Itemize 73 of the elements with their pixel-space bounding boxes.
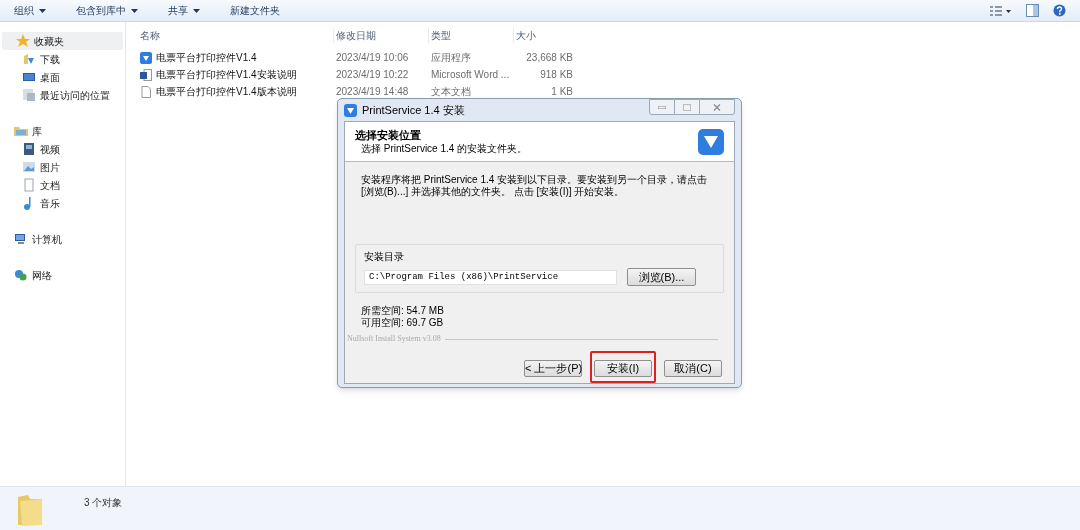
column-header[interactable]: 名称: [126, 27, 333, 43]
file-date: 2023/4/19 14:48: [336, 86, 409, 97]
maximize-icon: [683, 103, 691, 111]
dropdown-caret-icon: [193, 8, 200, 13]
maximize-button[interactable]: [675, 99, 699, 115]
file-name[interactable]: 电票平台打印控件V1.4: [156, 50, 257, 65]
file-date: 2023/4/19 10:06: [336, 52, 409, 63]
dropdown-caret-icon: [131, 8, 138, 13]
close-button[interactable]: [699, 99, 735, 115]
sidebar-item[interactable]: 桌面: [0, 68, 125, 86]
disk-space-text: 可用空间: 69.7 GB: [361, 317, 445, 329]
branding-text: Nullsoft Install System v3.08: [347, 333, 441, 345]
window-title: PrintService 1.4 安装: [362, 102, 465, 118]
sidebar-item[interactable]: 网络: [0, 266, 125, 284]
toolbar-menu[interactable]: 新建文件夹: [226, 3, 284, 18]
instructions-text: 安装程序将把 PrintService 1.4 安装到以下目录。要安装到另一个目录，请点击 [浏览(B)...] 并选择其他的文件夹。 点击 [安装(I)] 开始安装。: [361, 174, 709, 198]
column-header[interactable]: 修改日期: [333, 27, 428, 43]
dialog-button[interactable]: 取消(C): [664, 360, 722, 377]
view-options-icon[interactable]: [990, 4, 1012, 17]
sidebar-item[interactable]: 收藏夹: [2, 32, 123, 50]
sidebar-item[interactable]: 下载: [0, 50, 125, 68]
sidebar-item[interactable]: 计算机: [0, 230, 125, 248]
help-icon[interactable]: [1053, 4, 1066, 17]
column-header[interactable]: 类型: [428, 27, 513, 43]
page-heading: 选择安装位置: [355, 128, 422, 142]
library-folder-icon: [14, 124, 28, 138]
dialog-button[interactable]: 安装(I): [594, 360, 652, 377]
app-icon: [140, 51, 152, 64]
path-field[interactable]: C:\Program Files (x86)\PrintService: [364, 269, 617, 285]
document-icon: [22, 178, 36, 192]
folder-icon: [16, 493, 44, 527]
file-size: 918 KB: [540, 69, 573, 80]
downloads-folder-icon: [22, 52, 36, 66]
file-size: 1 KB: [551, 86, 573, 97]
page-subheading: 选择 PrintService 1.4 的安装文件夹。: [361, 142, 528, 155]
sidebar-item[interactable]: 库: [0, 122, 125, 140]
browse-button[interactable]: 浏览(B)...: [627, 268, 696, 286]
close-icon: [713, 103, 721, 111]
file-type: Microsoft Word ...: [431, 69, 510, 80]
group-label: 安装目录: [364, 250, 405, 264]
installer-logo-icon: [698, 128, 724, 155]
minimize-button[interactable]: [649, 99, 675, 115]
sidebar-item[interactable]: 音乐: [0, 194, 125, 212]
desktop-icon: [22, 70, 36, 84]
file-name[interactable]: 电票平台打印控件V1.4版本说明: [156, 84, 297, 99]
preview-pane-icon[interactable]: [1026, 4, 1039, 17]
toolbar-menu[interactable]: 共享: [164, 3, 204, 18]
dropdown-caret-icon: [39, 8, 46, 13]
toolbar-menu[interactable]: 组织: [10, 3, 50, 18]
column-header[interactable]: 大小: [513, 27, 573, 43]
file-type: 文本文档: [431, 86, 471, 97]
toolbar-menu[interactable]: 包含到库中: [72, 3, 142, 18]
minimize-icon: [658, 105, 666, 109]
computer-icon: [14, 232, 28, 246]
sidebar-item[interactable]: 最近访问的位置: [0, 86, 125, 104]
picture-icon: [22, 160, 36, 174]
recent-places-icon: [22, 88, 36, 102]
file-name[interactable]: 电票平台打印控件V1.4安装说明: [156, 67, 297, 82]
text-file-icon: [140, 85, 152, 98]
file-size: 23,668 KB: [526, 52, 573, 63]
network-icon: [14, 268, 28, 282]
sidebar-item[interactable]: 文档: [0, 176, 125, 194]
status-text: 3 个对象: [84, 496, 123, 510]
video-icon: [22, 142, 36, 156]
word-document-icon: [140, 68, 152, 81]
file-type: 应用程序: [431, 52, 471, 63]
file-date: 2023/4/19 10:22: [336, 69, 409, 80]
favorites-star-icon: [16, 34, 30, 48]
sidebar-item[interactable]: 图片: [0, 158, 125, 176]
app-icon: [344, 103, 357, 117]
disk-space-text: 所需空间: 54.7 MB: [361, 305, 445, 317]
sidebar-item[interactable]: 视频: [0, 140, 125, 158]
dialog-button[interactable]: < 上一步(P): [524, 360, 582, 377]
